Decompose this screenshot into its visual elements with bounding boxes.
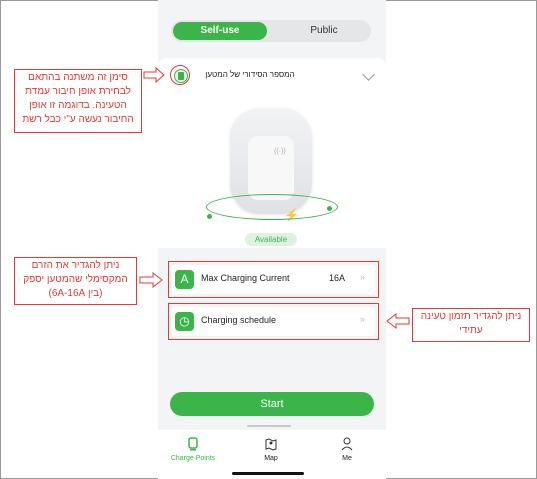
arrow-left-icon bbox=[386, 312, 410, 330]
nav-label: Me bbox=[342, 455, 352, 462]
person-icon bbox=[341, 437, 353, 451]
arrow-right-icon bbox=[143, 66, 165, 84]
map-icon bbox=[265, 438, 277, 451]
nav-me[interactable]: Me bbox=[317, 437, 377, 462]
drag-handle bbox=[247, 425, 291, 427]
charger-icon bbox=[188, 437, 198, 451]
nav-label: Map bbox=[264, 455, 278, 462]
arrow-right-icon bbox=[139, 271, 163, 289]
nav-map[interactable]: Map bbox=[241, 437, 301, 462]
nav-label: Charge Points bbox=[170, 455, 216, 462]
nav-charge-points[interactable]: Charge Points bbox=[163, 437, 223, 462]
home-indicator bbox=[232, 472, 304, 475]
start-button[interactable]: Start bbox=[170, 392, 374, 416]
